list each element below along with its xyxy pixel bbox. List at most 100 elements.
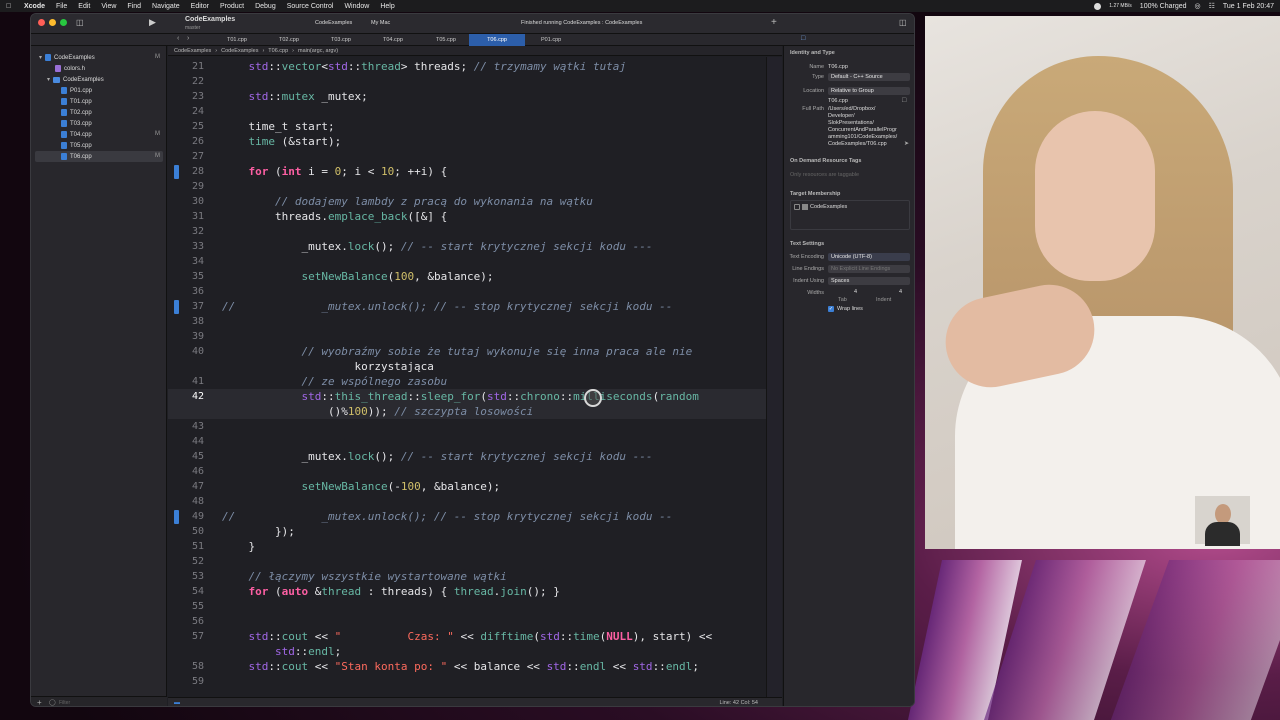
tab-width-stepper[interactable]: 4 xyxy=(854,289,857,295)
close-button[interactable] xyxy=(38,19,45,26)
code-line[interactable]: setNewBalance(-100, &balance); xyxy=(222,480,500,493)
nav-item[interactable]: T06.cpp xyxy=(61,151,92,162)
add-icon[interactable]: + xyxy=(771,17,777,28)
run-icon[interactable]: ▶ xyxy=(149,17,156,28)
tab-t04[interactable]: T04.cpp xyxy=(383,37,403,43)
menu-edit[interactable]: Edit xyxy=(78,3,90,10)
indent-select[interactable]: Spaces xyxy=(828,277,910,285)
code-line[interactable]: std::cout << " Czas: " << difftime(std::… xyxy=(222,630,713,643)
jump-group[interactable]: CodeExamples xyxy=(221,48,258,54)
line-number: 23 xyxy=(191,91,204,102)
code-line[interactable]: korzystająca xyxy=(222,360,433,373)
line-number: 39 xyxy=(191,331,204,342)
encoding-select[interactable]: Unicode (UTF-8) xyxy=(828,253,910,261)
code-line[interactable]: time_t start; xyxy=(222,120,334,133)
menu-help[interactable]: Help xyxy=(380,3,394,10)
sidebar-toggle-icon[interactable]: ◫ xyxy=(76,18,84,27)
menu-file[interactable]: File xyxy=(56,3,67,10)
menu-find[interactable]: Find xyxy=(127,3,141,10)
tab-t03[interactable]: T03.cpp xyxy=(331,37,351,43)
tab-p01[interactable]: P01.cpp xyxy=(541,37,561,43)
code-line[interactable]: for (int i = 0; i < 10; ++i) { xyxy=(222,165,448,178)
menu-navigate[interactable]: Navigate xyxy=(152,3,180,10)
nav-item[interactable]: P01.cpp xyxy=(61,85,92,96)
code-line[interactable]: _mutex.lock(); // -- start krytycznej se… xyxy=(222,240,652,253)
line-number: 36 xyxy=(191,286,204,297)
nav-item-selected[interactable] xyxy=(35,151,163,162)
name-field[interactable]: T06.cpp xyxy=(828,64,848,70)
indent-width-stepper[interactable]: 4 xyxy=(899,289,902,295)
forward-icon[interactable]: › xyxy=(187,35,189,42)
wifi-icon[interactable]: ◎ xyxy=(1195,2,1201,10)
code-editor[interactable]: CodeExamples › CodeExamples › T06.cpp › mai… xyxy=(168,46,782,706)
disclosure-icon[interactable]: ▾ xyxy=(47,76,50,83)
code-line[interactable]: threads.emplace_back([&] { xyxy=(222,210,447,223)
code-area[interactable]: 21 std::vector<std::thread> threads; // … xyxy=(168,57,782,697)
apple-icon[interactable]:  xyxy=(6,3,14,10)
nav-item[interactable]: T05.cpp xyxy=(61,140,92,151)
code-line[interactable]: // dodajemy lambdy z pracą do wykonania … xyxy=(222,195,593,208)
destination-selector[interactable]: My Mac xyxy=(371,20,390,26)
menubar-clock[interactable]: Tue 1 Feb 20:47 xyxy=(1223,3,1274,10)
menu-xcode[interactable]: Xcode xyxy=(24,3,45,10)
scheme-selector[interactable]: CodeExamples xyxy=(315,20,352,26)
target-checkbox[interactable] xyxy=(794,204,800,210)
code-line[interactable]: // _mutex.unlock(); // -- stop krytyczne… xyxy=(222,510,672,523)
folder-icon[interactable]: □ xyxy=(902,97,906,104)
code-line[interactable]: std::this_thread::sleep_for(std::chrono:… xyxy=(222,390,698,403)
jump-symbol[interactable]: main(argc, argv) xyxy=(298,48,338,54)
code-line[interactable]: for (auto &thread : threads) { thread.jo… xyxy=(222,585,560,598)
code-line[interactable]: time (&start); xyxy=(222,135,342,148)
jump-file[interactable]: T06.cpp xyxy=(268,48,288,54)
menu-debug[interactable]: Debug xyxy=(255,3,276,10)
battery-status[interactable]: 100% Charged xyxy=(1140,3,1187,10)
code-line[interactable]: // wyobraźmy sobie że tutaj wykonuje się… xyxy=(222,345,692,358)
code-line[interactable]: std::cout << "Stan konta po: " << balanc… xyxy=(222,660,699,673)
endings-select[interactable]: No Explicit Line Endings xyxy=(828,265,910,273)
disclosure-icon[interactable]: ▾ xyxy=(39,54,42,61)
jump-project[interactable]: CodeExamples xyxy=(174,48,211,54)
minimize-button[interactable] xyxy=(49,19,56,26)
menu-source-control[interactable]: Source Control xyxy=(287,3,334,10)
code-line[interactable]: std::vector<std::thread> threads; // trz… xyxy=(222,60,627,73)
code-line[interactable]: _mutex.lock(); // -- start krytycznej se… xyxy=(222,450,652,463)
wrap-checkbox[interactable]: ✓ xyxy=(828,306,834,312)
code-line[interactable]: // ze wspólnego zasobu xyxy=(222,375,447,388)
nav-item[interactable]: T01.cpp xyxy=(61,96,92,107)
code-line[interactable]: // łączymy wszystkie wystartowane wątki xyxy=(222,570,506,583)
menu-editor[interactable]: Editor xyxy=(191,3,209,10)
editor-scrollbar[interactable] xyxy=(766,57,782,697)
zoom-button[interactable] xyxy=(60,19,67,26)
inspector-file-icon[interactable]: □ xyxy=(801,35,805,42)
code-line[interactable]: // _mutex.unlock(); // -- stop krytyczne… xyxy=(222,300,672,313)
nav-group[interactable]: ▾ CodeExamples xyxy=(47,74,104,85)
tab-t02[interactable]: T02.cpp xyxy=(279,37,299,43)
reveal-arrow-icon[interactable]: ➤ xyxy=(904,140,909,147)
tab-t05[interactable]: T05.cpp xyxy=(436,37,456,43)
nav-item[interactable]: T02.cpp xyxy=(61,107,92,118)
nav-item[interactable]: colors.h xyxy=(55,63,85,74)
nav-item[interactable]: T04.cpp xyxy=(61,129,92,140)
inspector-toggle-icon[interactable]: ◫ xyxy=(899,18,907,27)
record-icon[interactable] xyxy=(1094,2,1102,10)
type-select[interactable]: Default - C++ Source xyxy=(828,73,910,81)
add-file-icon[interactable]: + xyxy=(37,698,42,706)
tab-t06-active[interactable]: T06.cpp xyxy=(469,34,525,46)
nav-root[interactable]: ▾ CodeExamples xyxy=(39,52,95,63)
tab-t01[interactable]: T01.cpp xyxy=(227,37,247,43)
debug-area-icon[interactable]: ▬ xyxy=(174,700,180,706)
menu-view[interactable]: View xyxy=(101,3,116,10)
code-line[interactable]: setNewBalance(100, &balance); xyxy=(222,270,493,283)
code-line[interactable]: }); xyxy=(222,525,295,538)
nav-item[interactable]: T03.cpp xyxy=(61,118,92,129)
menu-product[interactable]: Product xyxy=(220,3,244,10)
code-line[interactable]: } xyxy=(222,540,255,553)
location-select[interactable]: Relative to Group xyxy=(828,87,910,95)
filter-input[interactable]: Filter xyxy=(59,700,70,706)
menu-window[interactable]: Window xyxy=(344,3,369,10)
code-line[interactable]: std::endl; xyxy=(222,645,341,658)
code-line[interactable]: std::mutex _mutex; xyxy=(222,90,368,103)
back-icon[interactable]: ‹ xyxy=(177,35,179,42)
control-center-icon[interactable]: ☷ xyxy=(1209,2,1215,10)
code-line[interactable]: ()%100)); // szczypta losowości xyxy=(222,405,533,418)
